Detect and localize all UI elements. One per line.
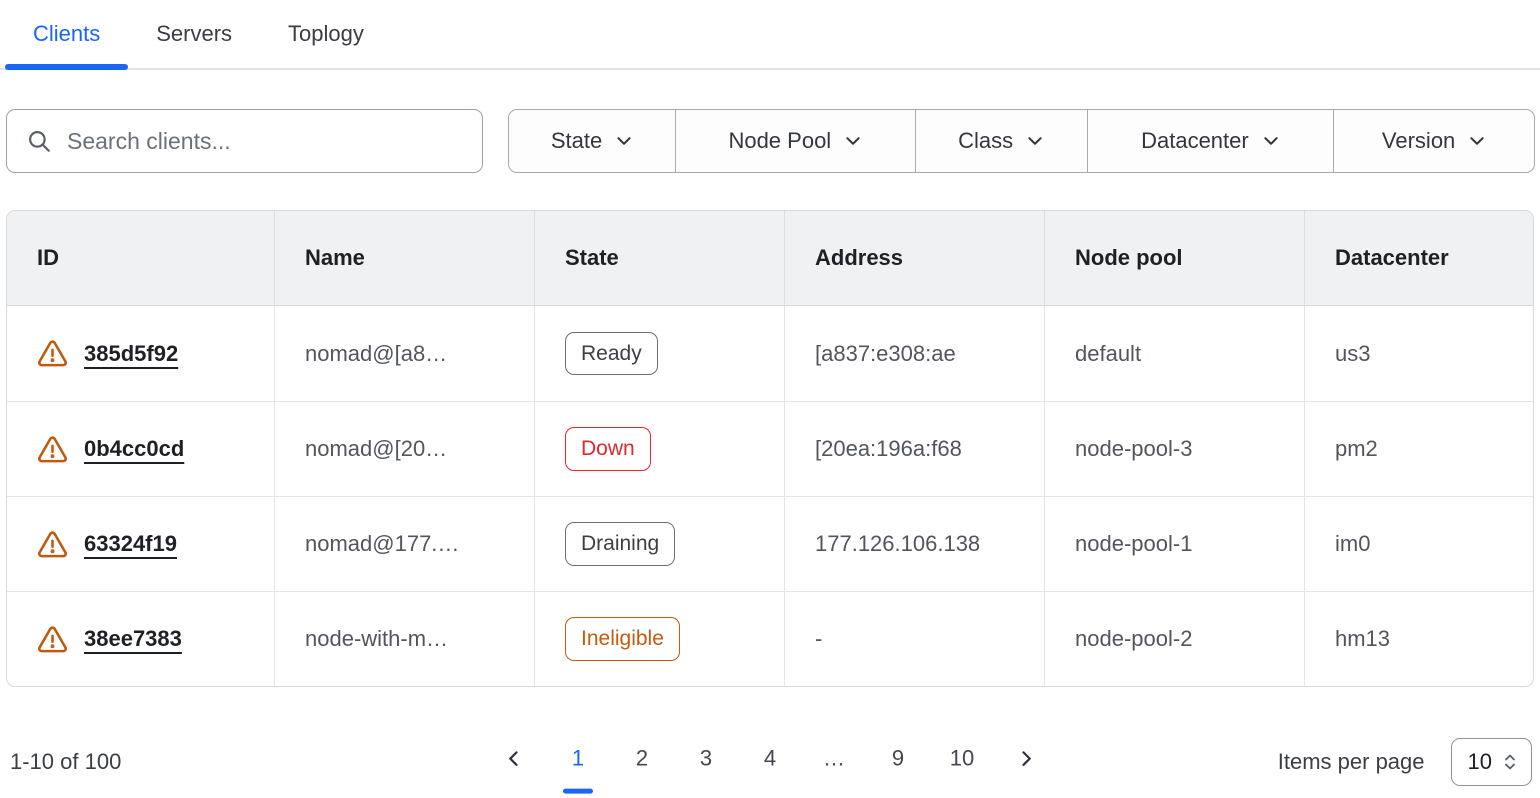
client-id-link[interactable]: 385d5f92	[84, 341, 178, 367]
client-node-pool: node-pool-1	[1044, 497, 1304, 591]
column-header-id: ID	[7, 211, 274, 305]
client-address: [a837:e308:ae	[784, 306, 1044, 401]
tab-servers[interactable]: Servers	[128, 0, 260, 68]
client-id-cell: 385d5f92	[7, 306, 274, 401]
filter-version-label: Version	[1382, 128, 1455, 154]
client-address: 177.126.106.138	[784, 497, 1044, 591]
warning-icon	[37, 434, 68, 465]
column-header-datacenter: Datacenter	[1304, 211, 1533, 305]
client-id-link[interactable]: 38ee7383	[84, 626, 182, 652]
table-row: 385d5f92 nomad@[a8… Ready [a837:e308:ae …	[7, 306, 1533, 401]
filter-version-button[interactable]: Version	[1333, 110, 1534, 172]
page-button-10[interactable]: 10	[940, 738, 984, 780]
chevron-down-icon	[1026, 132, 1044, 150]
warning-icon	[37, 529, 68, 560]
warning-icon	[37, 338, 68, 369]
filter-datacenter-button[interactable]: Datacenter	[1087, 110, 1334, 172]
tab-topology-label: Toplogy	[288, 21, 364, 47]
client-id-cell: 0b4cc0cd	[7, 402, 274, 496]
items-per-page-value: 10	[1468, 749, 1492, 775]
prev-page-button[interactable]	[498, 743, 530, 775]
filter-group: State Node Pool Class Datacenter Version	[508, 109, 1535, 173]
next-page-button[interactable]	[1010, 743, 1042, 775]
client-state-cell: Ineligible	[534, 592, 784, 686]
client-id-cell: 38ee7383	[7, 592, 274, 686]
toolbar: State Node Pool Class Datacenter Version	[6, 109, 1535, 173]
pagination: 1 2 3 4 … 9 10	[482, 738, 1058, 780]
chevron-down-icon	[1468, 132, 1486, 150]
client-name: node-with-m…	[274, 592, 534, 686]
tab-topology[interactable]: Toplogy	[260, 0, 392, 68]
filter-node-pool-label: Node Pool	[728, 128, 831, 154]
client-datacenter: hm13	[1304, 592, 1533, 686]
client-state-cell: Ready	[534, 306, 784, 401]
clients-table: ID Name State Address Node pool Datacent…	[6, 210, 1534, 687]
client-name: nomad@[a8…	[274, 306, 534, 401]
status-badge: Draining	[565, 522, 675, 565]
chevron-down-icon	[844, 132, 862, 150]
client-id-link[interactable]: 0b4cc0cd	[84, 436, 184, 462]
status-badge: Ready	[565, 332, 658, 375]
page-button-3[interactable]: 3	[684, 738, 728, 780]
client-datacenter: pm2	[1304, 402, 1533, 496]
table-header-row: ID Name State Address Node pool Datacent…	[7, 211, 1533, 306]
filter-datacenter-label: Datacenter	[1141, 128, 1249, 154]
select-chevrons-icon	[1502, 752, 1518, 772]
results-range-label: 1-10 of 100	[8, 749, 121, 775]
tab-bar: Clients Servers Toplogy	[0, 0, 1540, 70]
client-state-cell: Draining	[534, 497, 784, 591]
chevron-down-icon	[1262, 132, 1280, 150]
page-button-9[interactable]: 9	[876, 738, 920, 780]
client-node-pool: node-pool-2	[1044, 592, 1304, 686]
table-footer: 1-10 of 100 1 2 3 4 … 9 10 Items per pag…	[8, 730, 1532, 794]
filter-state-label: State	[551, 128, 602, 154]
table-row: 63324f19 nomad@177.… Draining 177.126.10…	[7, 496, 1533, 591]
items-per-page-label: Items per page	[1278, 749, 1425, 775]
client-datacenter: im0	[1304, 497, 1533, 591]
tab-servers-label: Servers	[156, 21, 232, 47]
column-header-name: Name	[274, 211, 534, 305]
client-address: [20ea:196a:f68	[784, 402, 1044, 496]
column-header-state: State	[534, 211, 784, 305]
table-row: 0b4cc0cd nomad@[20… Down [20ea:196a:f68 …	[7, 401, 1533, 496]
client-datacenter: us3	[1304, 306, 1533, 401]
client-name: nomad@177.…	[274, 497, 534, 591]
filter-class-label: Class	[958, 128, 1013, 154]
filter-state-button[interactable]: State	[509, 110, 675, 172]
filter-class-button[interactable]: Class	[915, 110, 1087, 172]
filter-node-pool-button[interactable]: Node Pool	[675, 110, 915, 172]
page-button-4[interactable]: 4	[748, 738, 792, 780]
tab-clients[interactable]: Clients	[5, 0, 128, 68]
tab-clients-label: Clients	[33, 21, 100, 47]
table-row: 38ee7383 node-with-m… Ineligible - node-…	[7, 591, 1533, 686]
column-header-address: Address	[784, 211, 1044, 305]
chevron-down-icon	[615, 132, 633, 150]
client-state-cell: Down	[534, 402, 784, 496]
client-name: nomad@[20…	[274, 402, 534, 496]
page-ellipsis: …	[812, 738, 856, 780]
warning-icon	[37, 624, 68, 655]
status-badge: Down	[565, 427, 651, 470]
items-per-page-select[interactable]: 10	[1451, 738, 1532, 786]
status-badge: Ineligible	[565, 617, 680, 660]
column-header-node-pool: Node pool	[1044, 211, 1304, 305]
client-id-cell: 63324f19	[7, 497, 274, 591]
items-per-page: Items per page 10	[1278, 738, 1532, 786]
search-input[interactable]	[67, 128, 463, 155]
client-id-link[interactable]: 63324f19	[84, 531, 177, 557]
client-address: -	[784, 592, 1044, 686]
client-node-pool: default	[1044, 306, 1304, 401]
page-button-1[interactable]: 1	[556, 738, 600, 780]
client-node-pool: node-pool-3	[1044, 402, 1304, 496]
search-icon	[26, 128, 52, 154]
page-button-2[interactable]: 2	[620, 738, 664, 780]
search-box[interactable]	[6, 109, 483, 173]
